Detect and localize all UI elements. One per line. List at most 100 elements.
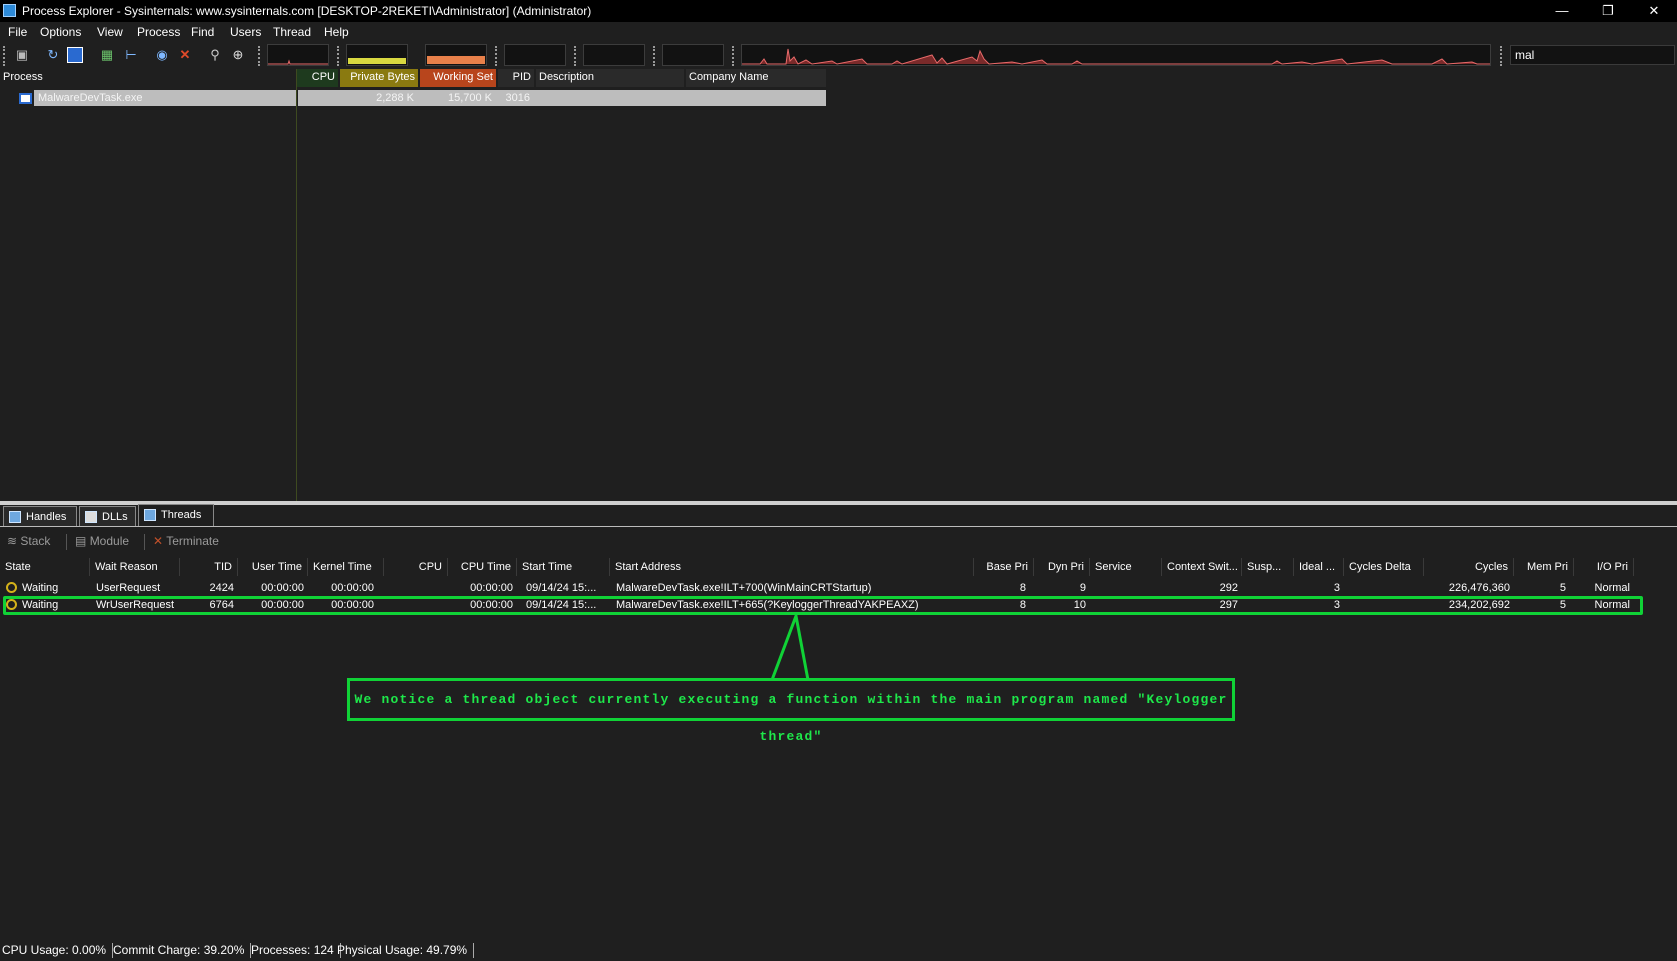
tab-dlls[interactable]: DLLs <box>79 506 136 526</box>
thread-col-mem-pri[interactable]: Mem Pri <box>1514 558 1574 576</box>
refresh-icon[interactable]: ↻ <box>45 47 61 63</box>
stack-button[interactable]: ≋ Stack <box>7 534 50 548</box>
terminate-button[interactable]: ✕ Terminate <box>153 534 219 548</box>
toolbar-separator <box>495 46 499 66</box>
network-mini-graph[interactable] <box>583 44 645 66</box>
col-private-bytes[interactable]: Private Bytes <box>340 69 418 87</box>
dlls-icon <box>85 511 97 523</box>
menu-process[interactable]: Process <box>137 25 180 39</box>
thread-col-start-address[interactable]: Start Address <box>610 558 974 576</box>
thread-col-user-time[interactable]: User Time <box>238 558 308 576</box>
thread-col-suspend[interactable]: Susp... <box>1242 558 1294 576</box>
thread-mem-pri: 5 <box>1559 582 1566 594</box>
thread-state-icon <box>6 582 17 593</box>
menu-find[interactable]: Find <box>191 25 214 39</box>
kill-icon[interactable]: ✕ <box>177 47 193 63</box>
io-mini-graph[interactable] <box>504 44 566 66</box>
menu-options[interactable]: Options <box>40 25 81 39</box>
toolbar-grip <box>3 46 7 66</box>
thread-io-pri: Normal <box>1594 582 1630 594</box>
tab-handles[interactable]: Handles <box>3 506 77 526</box>
annotation-callout: We notice a thread object currently exec… <box>347 678 1235 744</box>
toolbar: ▣ ↻ ▦ ⊢ ◉ ✕ ⚲ ⊕ <box>0 41 1677 68</box>
sysinfo-icon[interactable]: ▦ <box>99 47 115 63</box>
col-description[interactable]: Description <box>536 69 684 87</box>
thread-col-dyn-pri[interactable]: Dyn Pri <box>1034 558 1090 576</box>
table-row[interactable]: Waiting UserRequest 2424 00:00:00 00:00:… <box>0 580 1640 596</box>
toolbar-divider <box>144 534 145 550</box>
process-icon <box>19 93 32 104</box>
window-icon[interactable] <box>67 47 83 63</box>
working-set-mini-graph[interactable] <box>425 44 487 66</box>
thread-user-time: 00:00:00 <box>261 582 304 594</box>
col-cpu[interactable]: CPU <box>296 69 338 87</box>
tab-label: Threads <box>161 509 202 521</box>
process-company <box>686 90 826 106</box>
thread-col-tid[interactable]: TID <box>180 558 238 576</box>
process-pid: 3016 <box>505 92 530 104</box>
tree-divider <box>296 69 297 501</box>
status-cpu-usage: CPU Usage: 0.00% <box>2 943 114 958</box>
thread-col-start-time[interactable]: Start Time <box>517 558 610 576</box>
cpu-mini-graph[interactable] <box>267 44 329 66</box>
target-icon[interactable]: ◉ <box>154 47 170 63</box>
thread-col-wait-reason[interactable]: Wait Reason <box>90 558 180 576</box>
col-working-set[interactable]: Working Set <box>420 69 496 87</box>
thread-col-cpu-time[interactable]: CPU Time <box>448 558 517 576</box>
pane-splitter[interactable] <box>0 501 1677 505</box>
col-company-name[interactable]: Company Name <box>686 69 826 87</box>
thread-ideal: 3 <box>1333 582 1340 594</box>
toolbar-divider <box>66 534 67 550</box>
cpu-history-graph[interactable] <box>741 44 1491 66</box>
window-title: Process Explorer - Sysinternals: www.sys… <box>22 4 592 18</box>
thread-col-state[interactable]: State <box>0 558 90 576</box>
thread-col-io-pri[interactable]: I/O Pri <box>1574 558 1634 576</box>
thread-col-base-pri[interactable]: Base Pri <box>974 558 1034 576</box>
thread-cycles: 226,476,360 <box>1448 582 1510 594</box>
toolbar-separator <box>653 46 657 66</box>
toolbar-separator <box>732 46 736 66</box>
close-button[interactable]: ✕ <box>1631 0 1677 22</box>
thread-context-switches: 292 <box>1219 582 1238 594</box>
thread-suspend <box>1242 580 1294 596</box>
app-icon <box>3 4 16 17</box>
menu-users[interactable]: Users <box>230 25 261 39</box>
thread-col-kernel-time[interactable]: Kernel Time <box>308 558 384 576</box>
thread-col-service[interactable]: Service <box>1090 558 1162 576</box>
tab-label: DLLs <box>102 511 128 523</box>
save-icon[interactable]: ▣ <box>14 47 30 63</box>
status-bar: CPU Usage: 0.00% Commit Charge: 39.20% P… <box>0 938 1677 961</box>
restore-button[interactable]: ❐ <box>1585 0 1631 22</box>
private-bytes-mini-graph[interactable] <box>346 44 408 66</box>
menu-view[interactable]: View <box>97 25 123 39</box>
handles-icon <box>9 511 21 523</box>
col-pid[interactable]: PID <box>498 69 534 87</box>
menu-help[interactable]: Help <box>324 25 349 39</box>
tab-baseline <box>0 526 1677 527</box>
thread-col-cycles-delta[interactable]: Cycles Delta <box>1344 558 1424 576</box>
terminate-label: Terminate <box>166 534 219 548</box>
search-input[interactable] <box>1510 45 1675 65</box>
menu-file[interactable]: File <box>8 25 27 39</box>
disk-mini-graph[interactable] <box>662 44 724 66</box>
module-icon: ▤ <box>75 534 87 548</box>
table-row[interactable]: MalwareDevTask.exe 2,288 K 15,700 K 3016 <box>0 90 826 106</box>
thread-col-context-switches[interactable]: Context Swit... <box>1162 558 1242 576</box>
tab-threads[interactable]: Threads <box>138 504 214 526</box>
crosshair-icon[interactable]: ⊕ <box>230 47 246 63</box>
col-process[interactable]: Process <box>0 69 296 87</box>
thread-col-cycles[interactable]: Cycles <box>1424 558 1514 576</box>
callout-pointer <box>770 613 810 681</box>
process-private-bytes: 2,288 K <box>376 92 414 104</box>
minimize-button[interactable]: — <box>1539 0 1585 22</box>
tree-icon[interactable]: ⊢ <box>123 47 139 63</box>
process-name: MalwareDevTask.exe <box>38 92 143 104</box>
find-icon[interactable]: ⚲ <box>207 47 223 63</box>
thread-col-cpu[interactable]: CPU <box>384 558 448 576</box>
process-cpu <box>296 90 338 106</box>
thread-col-ideal[interactable]: Ideal ... <box>1294 558 1344 576</box>
menu-thread[interactable]: Thread <box>273 25 311 39</box>
module-button[interactable]: ▤ Module <box>75 534 129 548</box>
tab-label: Handles <box>26 511 67 523</box>
thread-state: Waiting <box>22 582 59 594</box>
